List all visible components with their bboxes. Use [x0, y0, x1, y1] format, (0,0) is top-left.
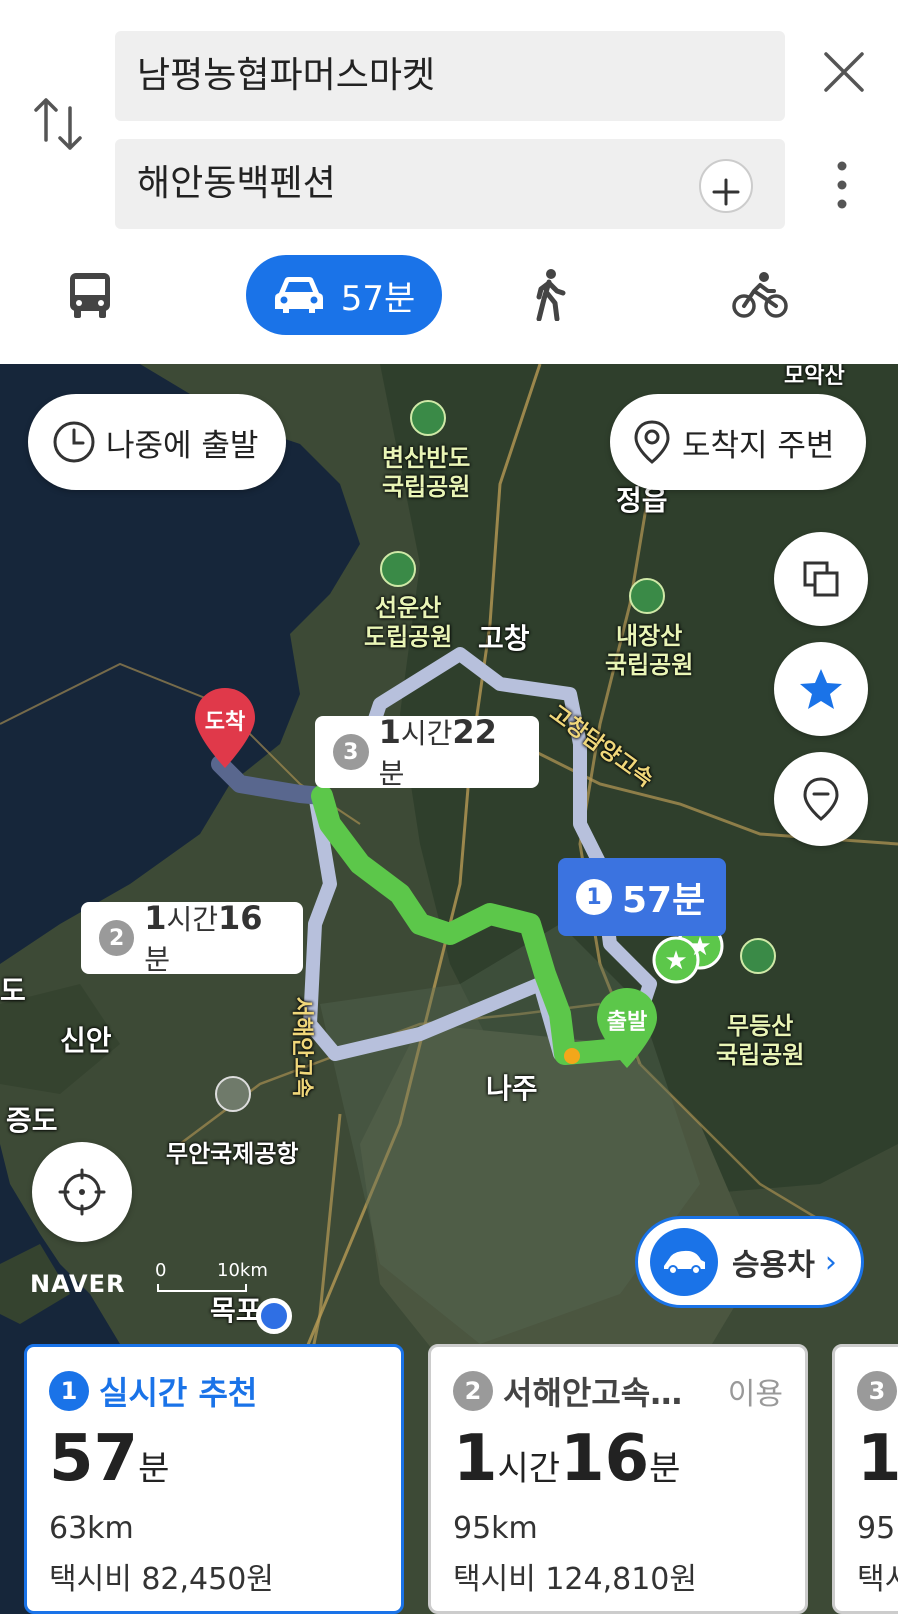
map-label-naejangsan: 내장산 국립공원	[605, 622, 694, 679]
svg-text:★: ★	[664, 946, 687, 976]
map-label-byeonsan: 변산반도 국립공원	[382, 444, 471, 501]
map-label-seonunsan: 선운산 도립공원	[364, 594, 453, 651]
around-destination-label: 도착지 주변	[682, 427, 835, 464]
bicycle-icon	[732, 272, 788, 318]
route-bubble-1-number: 1	[576, 879, 612, 915]
map-label-jeungdo: 증도	[6, 1104, 58, 1137]
favorites-button[interactable]	[774, 642, 868, 736]
origin-field[interactable]: 남평농협파머스마켓	[115, 31, 785, 121]
map-label-seohaean: 서해안고속	[288, 996, 314, 1098]
star-icon	[800, 669, 842, 709]
route-card-2-title: 서해안고속…	[503, 1374, 683, 1412]
route-bubble-3-number: 3	[333, 734, 369, 770]
layers-icon	[803, 561, 839, 597]
transport-mode-tabs: 57분	[0, 255, 898, 335]
tab-bicycle[interactable]	[730, 255, 790, 335]
route-card-3-time: 1	[857, 1422, 898, 1496]
add-waypoint-button[interactable]	[699, 159, 753, 213]
map-layers-button[interactable]	[774, 532, 868, 626]
scale-start: 0	[155, 1260, 167, 1281]
route-card-3-number: 3	[857, 1371, 897, 1411]
map-label-muan-airport: 무안국제공항	[166, 1140, 299, 1168]
map-label-naju: 나주	[486, 1072, 538, 1105]
route-search-header: 남평농협파머스마켓 해안동백펜션 57분	[0, 0, 898, 364]
route-card-1-distance: 63km	[49, 1511, 134, 1546]
route-card-1-number: 1	[49, 1371, 89, 1411]
clock-icon	[53, 421, 95, 463]
depart-later-label: 나중에 출발	[106, 427, 259, 464]
route-card-3-fare: 택시	[857, 1562, 898, 1597]
map-label-moaksan: 모악산	[784, 364, 845, 389]
vehicle-type-label: 승용차	[732, 1248, 815, 1283]
vehicle-type-button[interactable]: 승용차 ›	[635, 1216, 864, 1308]
map-label-sinan: 신안	[60, 1024, 112, 1057]
destination-text: 해안동백펜션	[137, 163, 336, 204]
plus-icon	[712, 178, 740, 206]
depart-later-button[interactable]: 나중에 출발	[28, 394, 286, 490]
scale-bar	[157, 1284, 247, 1292]
vehicle-icon-circle	[650, 1228, 718, 1296]
route-card-3-distance: 95	[857, 1511, 896, 1546]
route-bubble-2-time: 1시간16분	[144, 899, 263, 976]
svg-text:★: ★	[688, 932, 711, 962]
start-pin[interactable]: 출발	[595, 986, 659, 1074]
map-label-gochang: 고창	[478, 622, 530, 655]
car-route-time: 57분	[340, 278, 416, 319]
route-bubble-1[interactable]: 1 57분	[558, 858, 726, 936]
route-card-2-distance: 95km	[453, 1511, 538, 1546]
route-card-2-suffix: 이용	[727, 1377, 783, 1412]
tab-walk[interactable]	[530, 255, 570, 335]
current-location-dot	[256, 1298, 292, 1334]
chevron-right-icon: ›	[824, 1244, 837, 1280]
route-card-2-fare: 택시비 124,810원	[453, 1562, 697, 1597]
start-pin-label: 출발	[606, 1010, 648, 1035]
destination-pin[interactable]: 도착	[193, 686, 257, 774]
map-label-do: 도	[0, 974, 26, 1007]
route-card-2-time: 1시간16분	[453, 1422, 681, 1496]
route-card-1-fare: 택시비 82,450원	[49, 1562, 274, 1597]
route-bubble-1-time: 57분	[622, 880, 706, 921]
map-label-mokpo: 목포	[210, 1294, 262, 1327]
route-map[interactable]: ★ ★ 변산반도 국립공원 정읍 선운산 도립공원 고창 내장산 국립공원 고창…	[0, 364, 898, 1614]
bus-icon	[70, 273, 110, 318]
route-bubble-2-number: 2	[99, 920, 135, 956]
origin-text: 남평농협파머스마켓	[137, 55, 436, 96]
route-card-3[interactable]: 3 1 95 택시	[832, 1344, 898, 1614]
route-card-1-title: 실시간 추천	[99, 1374, 258, 1412]
location-pin-icon	[634, 420, 670, 464]
route-card-1-header: 1 실시간 추천	[49, 1369, 379, 1413]
sedan-icon	[664, 1250, 705, 1275]
route-card-2[interactable]: 2 서해안고속… 이용 1시간16분 95km 택시비 124,810원	[428, 1344, 808, 1614]
map-scale: 0 10km	[155, 1260, 268, 1292]
route-cards: 1 실시간 추천 57분 63km 택시비 82,450원 2 서해안고속… 이…	[0, 1344, 898, 1614]
destination-field[interactable]: 해안동백펜션	[115, 139, 785, 229]
nearby-poi-button[interactable]	[774, 752, 868, 846]
tab-car[interactable]: 57분	[246, 255, 442, 335]
route-card-1[interactable]: 1 실시간 추천 57분 63km 택시비 82,450원	[24, 1344, 404, 1614]
more-options-icon[interactable]	[832, 160, 852, 210]
around-destination-button[interactable]: 도착지 주변	[610, 394, 866, 490]
route-bubble-3[interactable]: 3 1시간22분	[315, 713, 539, 790]
close-icon[interactable]	[822, 50, 866, 94]
crosshair-icon	[58, 1168, 106, 1216]
route-card-2-number: 2	[453, 1371, 493, 1411]
walk-icon	[536, 269, 566, 321]
scale-end: 10km	[217, 1260, 268, 1281]
tab-transit[interactable]	[60, 255, 120, 335]
car-icon	[274, 277, 323, 313]
route-card-2-header: 2 서해안고속… 이용	[453, 1369, 783, 1413]
route-card-3-header: 3	[857, 1369, 898, 1413]
swap-icon[interactable]	[32, 96, 84, 152]
map-label-mudeungsan: 무등산 국립공원	[716, 1012, 805, 1069]
route-bubble-3-time: 1시간22분	[378, 713, 497, 790]
route-card-1-time: 57분	[49, 1422, 170, 1496]
route-bubble-2[interactable]: 2 1시간16분	[81, 899, 303, 976]
current-location-button[interactable]	[32, 1142, 132, 1242]
pin-minus-icon	[803, 777, 839, 821]
destination-pin-label: 도착	[204, 710, 246, 735]
naver-logo: NAVER	[30, 1270, 126, 1298]
